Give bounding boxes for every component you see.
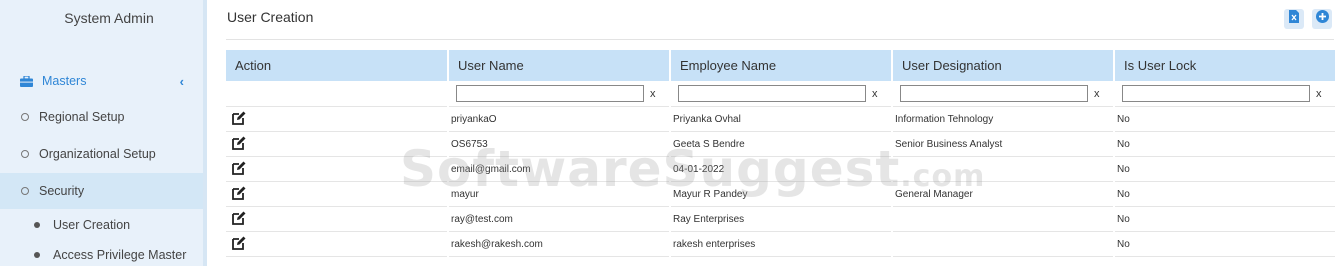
user-name-cell: email@gmail.com: [448, 156, 671, 182]
is-user-lock-cell: No: [1114, 206, 1337, 232]
sidebar-item-label: Security: [39, 184, 85, 198]
sidebar-item-label: Organizational Setup: [39, 147, 156, 161]
filter-cell-user-designation: x: [892, 81, 1115, 107]
table-row: priyankaO Priyanka Ovhal Information Tehno…: [226, 106, 1337, 132]
column-header-employee-name[interactable]: Employee Name: [670, 50, 893, 81]
user-designation-cell: Senior Business Analyst: [892, 131, 1115, 157]
clear-filter-icon[interactable]: x: [1094, 88, 1100, 100]
sidebar-subitem-user-creation[interactable]: User Creation: [0, 211, 203, 239]
briefcase-icon: [20, 74, 33, 87]
clear-filter-icon[interactable]: x: [650, 88, 656, 100]
filter-cell-is-user-lock: x: [1114, 81, 1337, 107]
filter-row: x x x x: [226, 81, 1337, 107]
user-name-cell: rakesh@rakesh.com: [448, 231, 671, 257]
edit-icon[interactable]: [232, 186, 246, 200]
user-name-filter-input[interactable]: [456, 85, 644, 102]
user-name-cell: OS6753: [448, 131, 671, 157]
is-user-lock-cell: No: [1114, 181, 1337, 207]
column-header-action[interactable]: Action: [226, 50, 449, 81]
excel-export-button[interactable]: [1284, 9, 1304, 29]
user-table: Action User Name Employee Name User Desi…: [226, 50, 1337, 257]
employee-name-cell: Geeta S Bendre: [670, 131, 893, 157]
is-user-lock-cell: No: [1114, 106, 1337, 132]
column-header-user-name[interactable]: User Name: [448, 50, 671, 81]
title-divider: [226, 39, 1334, 40]
action-cell: [226, 131, 449, 157]
is-user-lock-cell: No: [1114, 231, 1337, 257]
filter-cell-action: [226, 81, 449, 107]
employee-name-cell: Ray Enterprises: [670, 206, 893, 232]
is-user-lock-cell: No: [1114, 131, 1337, 157]
user-designation-cell: [892, 206, 1115, 232]
action-cell: [226, 181, 449, 207]
filter-cell-employee-name: x: [670, 81, 893, 107]
column-header-user-designation[interactable]: User Designation: [892, 50, 1115, 81]
sidebar-subitem-label: Access Privilege Master: [53, 248, 187, 262]
add-user-button[interactable]: [1312, 9, 1332, 29]
clear-filter-icon[interactable]: x: [872, 88, 878, 100]
user-designation-filter-input[interactable]: [900, 85, 1088, 102]
sidebar-item-regional-setup[interactable]: Regional Setup: [0, 99, 203, 135]
edit-icon[interactable]: [232, 236, 246, 250]
employee-name-cell: Priyanka Ovhal: [670, 106, 893, 132]
sidebar-subitem-label: User Creation: [53, 218, 131, 232]
table-row: rakesh@rakesh.com rakesh enterprises No: [226, 231, 1337, 257]
circle-icon: [21, 113, 29, 121]
edit-icon[interactable]: [232, 136, 246, 150]
chevron-left-icon[interactable]: ‹: [180, 74, 184, 89]
employee-name-filter-input[interactable]: [678, 85, 866, 102]
action-cell: [226, 231, 449, 257]
table-row: mayur Mayur R Pandey General Manager No: [226, 181, 1337, 207]
table-header-row: Action User Name Employee Name User Desi…: [226, 50, 1337, 81]
action-cell: [226, 156, 449, 182]
sidebar-item-label: Regional Setup: [39, 110, 125, 124]
sidebar-item-organizational-setup[interactable]: Organizational Setup: [0, 136, 203, 172]
table-row: OS6753 Geeta S Bendre Senior Business Anal…: [226, 131, 1337, 157]
bullet-icon: [34, 252, 40, 258]
is-user-lock-cell: No: [1114, 156, 1337, 182]
clear-filter-icon[interactable]: x: [1316, 88, 1322, 100]
employee-name-cell: rakesh enterprises: [670, 231, 893, 257]
edit-icon[interactable]: [232, 211, 246, 225]
employee-name-cell: 04-01-2022: [670, 156, 893, 182]
sidebar-title: System Admin: [64, 10, 154, 26]
user-name-cell: mayur: [448, 181, 671, 207]
user-designation-cell: Information Tehnology: [892, 106, 1115, 132]
bullet-icon: [34, 222, 40, 228]
user-designation-cell: General Manager: [892, 181, 1115, 207]
excel-export-icon: [1289, 10, 1299, 28]
sidebar-edge: [203, 0, 207, 266]
sidebar: System Admin Masters ‹ Regional Setup Or…: [0, 0, 207, 269]
table-row: email@gmail.com 04-01-2022 No: [226, 156, 1337, 182]
circle-icon: [21, 150, 29, 158]
circle-icon: [21, 187, 29, 195]
sidebar-subitem-access-privilege-master[interactable]: Access Privilege Master: [0, 241, 203, 269]
sidebar-masters-label: Masters: [42, 74, 87, 88]
table-row: ray@test.com Ray Enterprises No: [226, 206, 1337, 232]
column-header-is-user-lock[interactable]: Is User Lock: [1114, 50, 1337, 81]
employee-name-cell: Mayur R Pandey: [670, 181, 893, 207]
is-user-lock-filter-input[interactable]: [1122, 85, 1310, 102]
user-name-cell: ray@test.com: [448, 206, 671, 232]
action-cell: [226, 206, 449, 232]
plus-circle-icon: [1315, 10, 1329, 28]
sidebar-item-security[interactable]: Security: [0, 173, 203, 209]
user-name-cell: priyankaO: [448, 106, 671, 132]
page-title: User Creation: [227, 9, 314, 25]
edit-icon[interactable]: [232, 161, 246, 175]
user-designation-cell: [892, 156, 1115, 182]
filter-cell-user-name: x: [448, 81, 671, 107]
sidebar-masters-menu[interactable]: Masters ‹: [20, 72, 190, 90]
action-cell: [226, 106, 449, 132]
edit-icon[interactable]: [232, 111, 246, 125]
user-designation-cell: [892, 231, 1115, 257]
